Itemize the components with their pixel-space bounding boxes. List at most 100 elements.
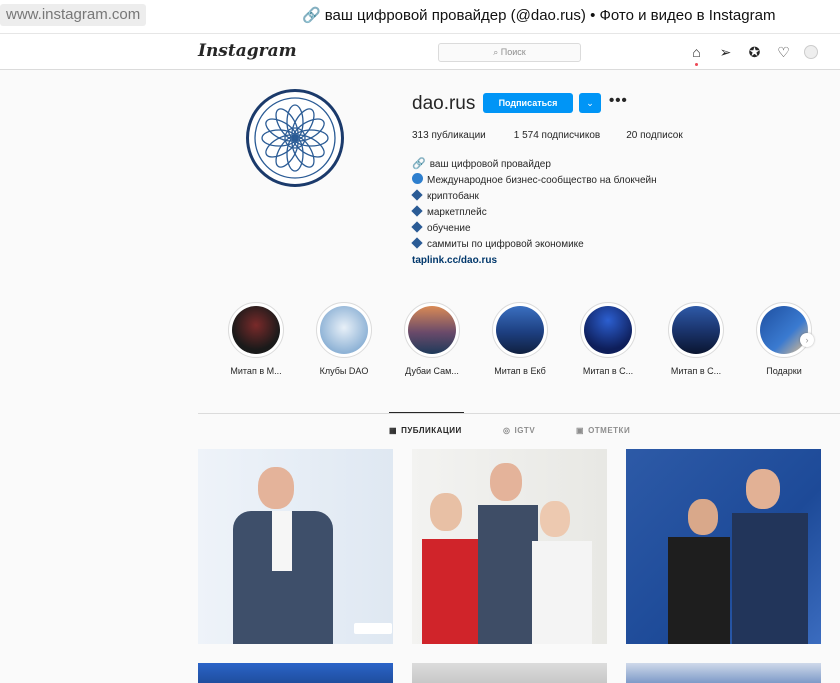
blue-diamond-icon bbox=[411, 221, 423, 233]
post-thumbnail[interactable] bbox=[412, 449, 607, 644]
active-tab-indicator bbox=[389, 412, 464, 413]
post-thumbnail[interactable] bbox=[198, 663, 393, 683]
window-title: 🔗 ваш цифровой провайдер (@dao.rus) • Фот… bbox=[302, 6, 775, 24]
highlight-ring bbox=[492, 302, 548, 358]
search-icon: ⌕ bbox=[493, 47, 501, 57]
globe-icon bbox=[412, 173, 423, 184]
instagram-topnav: Instagram ⌕ Поиск ⌂ ➢ ✪ ♡ bbox=[0, 34, 840, 70]
post-thumbnail[interactable] bbox=[412, 663, 607, 683]
heart-icon[interactable]: ♡ bbox=[775, 44, 792, 61]
photo-face bbox=[490, 463, 522, 501]
photo-shirt bbox=[272, 511, 292, 571]
tab-igtv[interactable]: ◎ IGTV bbox=[503, 426, 535, 435]
highlight-ring bbox=[228, 302, 284, 358]
follow-button[interactable]: Подписаться bbox=[483, 93, 573, 113]
photo-suit bbox=[732, 513, 808, 644]
highlight-thumbnail bbox=[584, 306, 632, 354]
bio-line: саммиты по цифровой экономике bbox=[411, 237, 657, 253]
highlight-label: Клубы DAO bbox=[319, 366, 369, 376]
highlight-ring bbox=[404, 302, 460, 358]
highlight-ring bbox=[756, 302, 812, 358]
posts-count: 313 публикации bbox=[412, 130, 486, 141]
story-highlight[interactable]: Митап в М... bbox=[228, 302, 284, 376]
post-thumbnail[interactable] bbox=[626, 449, 821, 644]
following-count[interactable]: 20 подписок bbox=[626, 130, 683, 141]
highlight-thumbnail bbox=[320, 306, 368, 354]
photo-suit bbox=[478, 505, 538, 644]
blue-diamond-icon bbox=[411, 205, 423, 217]
profile-avatar-icon[interactable] bbox=[804, 45, 818, 59]
mandala-logo-icon bbox=[254, 97, 336, 179]
explore-icon[interactable]: ✪ bbox=[746, 44, 763, 61]
more-options-button[interactable]: ••• bbox=[609, 92, 628, 109]
direct-icon[interactable]: ➢ bbox=[717, 44, 734, 61]
tab-label: ПУБЛИКАЦИИ bbox=[401, 426, 462, 435]
bio-text: обучение bbox=[427, 223, 471, 234]
highlight-label: Подарки bbox=[766, 366, 802, 376]
highlight-thumbnail bbox=[672, 306, 720, 354]
highlight-label: Дубаи Сам... bbox=[405, 366, 459, 376]
search-placeholder: Поиск bbox=[500, 47, 526, 57]
bio-text: ваш цифровой провайдер bbox=[429, 159, 551, 170]
tab-label: ОТМЕТКИ bbox=[588, 426, 631, 435]
bio-text: саммиты по цифровой экономике bbox=[427, 239, 584, 250]
story-highlight[interactable]: Митап в Екб bbox=[492, 302, 548, 376]
bio-line: обучение bbox=[411, 221, 657, 237]
photo-face bbox=[746, 469, 780, 509]
story-highlight[interactable]: Клубы DAO bbox=[316, 302, 372, 376]
link-icon: 🔗 bbox=[412, 158, 426, 170]
window-title-text: ваш цифровой провайдер (@dao.rus) • Фото… bbox=[324, 7, 776, 24]
address-bar[interactable]: www.instagram.com bbox=[0, 4, 147, 26]
bio-link[interactable]: taplink.cc/dao.rus bbox=[412, 253, 657, 269]
profile-avatar[interactable] bbox=[246, 89, 344, 187]
story-highlight[interactable]: Дубаи Сам... bbox=[404, 302, 460, 376]
photo-face bbox=[688, 499, 718, 535]
tag-icon: ▣ bbox=[576, 426, 585, 435]
home-icon[interactable]: ⌂ bbox=[688, 44, 705, 61]
highlight-label: Митап в С... bbox=[582, 366, 634, 376]
bio-line: маркетплейс bbox=[411, 205, 657, 221]
followers-count[interactable]: 1 574 подписчиков bbox=[514, 130, 600, 141]
chevron-right-icon[interactable]: › bbox=[800, 333, 814, 347]
blue-diamond-icon bbox=[411, 189, 423, 201]
tab-publications[interactable]: ▦ ПУБЛИКАЦИИ bbox=[389, 426, 462, 435]
tab-label: IGTV bbox=[514, 426, 536, 435]
highlight-label: Митап в М... bbox=[230, 366, 282, 376]
tab-tagged[interactable]: ▣ ОТМЕТКИ bbox=[576, 426, 630, 435]
instagram-logo[interactable]: Instagram bbox=[198, 41, 297, 61]
highlight-label: Митап в С... bbox=[670, 366, 722, 376]
photo-jacket bbox=[668, 537, 730, 644]
highlight-ring bbox=[580, 302, 636, 358]
photo-white-dress bbox=[532, 541, 592, 644]
photo-face bbox=[540, 501, 570, 537]
highlight-thumbnail bbox=[496, 306, 544, 354]
photo-face bbox=[430, 493, 462, 531]
profile-stats: 313 публикации 1 574 подписчиков 20 подп… bbox=[412, 130, 683, 141]
photo-red-suit bbox=[422, 539, 480, 644]
story-highlight[interactable]: Митап в С... bbox=[580, 302, 636, 376]
story-highlight[interactable]: Митап в С... bbox=[668, 302, 724, 376]
blue-diamond-icon bbox=[411, 237, 423, 249]
home-active-dot bbox=[695, 63, 698, 66]
post-thumbnail[interactable] bbox=[198, 449, 393, 644]
highlight-ring bbox=[668, 302, 724, 358]
grid-icon: ▦ bbox=[389, 426, 398, 435]
nav-icons: ⌂ ➢ ✪ ♡ bbox=[688, 44, 818, 61]
bio-line: Международное бизнес-сообщество на блокч… bbox=[412, 173, 657, 189]
igtv-icon: ◎ bbox=[503, 426, 511, 435]
browser-titlebar: www.instagram.com 🔗 ваш цифровой провайде… bbox=[0, 0, 840, 34]
suggestions-dropdown-button[interactable]: ⌄ bbox=[579, 93, 601, 113]
link-icon: 🔗 bbox=[302, 7, 321, 24]
tabs-divider bbox=[198, 413, 840, 414]
bio-text: Международное бизнес-сообщество на блокч… bbox=[427, 175, 657, 186]
highlight-thumbnail bbox=[408, 306, 456, 354]
bio-text: маркетплейс bbox=[427, 207, 487, 218]
profile-bio: 🔗 ваш цифровой провайдер Международное би… bbox=[411, 156, 657, 269]
highlight-label: Митап в Екб bbox=[494, 366, 546, 376]
highlight-thumbnail bbox=[232, 306, 280, 354]
profile-username: dao.rus bbox=[412, 93, 476, 114]
photo-face bbox=[258, 467, 294, 509]
post-thumbnail[interactable] bbox=[626, 663, 821, 683]
bio-line: 🔗 ваш цифровой провайдер bbox=[412, 156, 657, 173]
search-input[interactable]: ⌕ Поиск bbox=[438, 43, 581, 62]
